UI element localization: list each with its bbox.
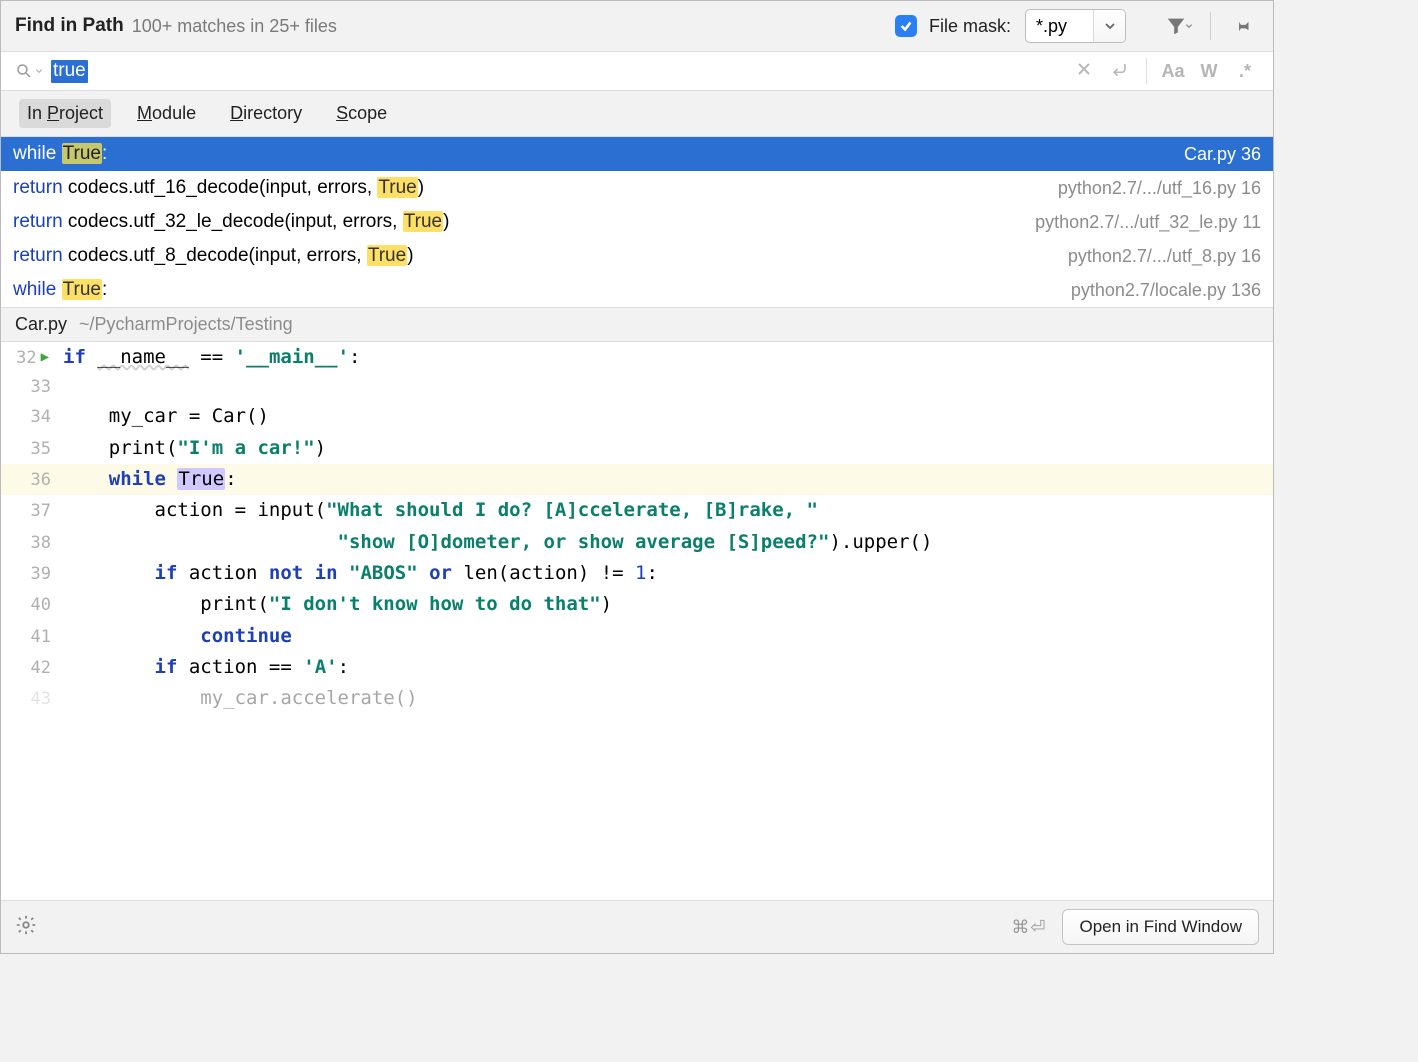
gutter: 35 [1, 435, 57, 463]
funnel-icon [1165, 15, 1187, 37]
file-mask-combo[interactable]: *.py [1025, 9, 1126, 43]
file-mask-checkbox[interactable] [895, 15, 917, 37]
editor-line[interactable]: 43 my_car.accelerate() [1, 683, 1273, 714]
result-path: python2.7/locale.py 136 [1071, 280, 1261, 301]
words-toggle[interactable]: W [1195, 61, 1223, 82]
chevron-down-icon [1185, 22, 1193, 30]
chevron-down-icon [1104, 20, 1116, 32]
editor-line[interactable]: 37 action = input("What should I do? [A]… [1, 495, 1273, 526]
editor-line[interactable]: 40 print("I don't know how to do that") [1, 589, 1273, 620]
run-gutter-icon[interactable]: ▶ [41, 346, 49, 369]
result-row[interactable]: return codecs.utf_8_decode(input, errors… [1, 239, 1273, 273]
editor-line[interactable]: 39 if action not in "ABOS" or len(action… [1, 558, 1273, 589]
match-case-toggle[interactable]: Aa [1159, 61, 1187, 82]
editor-line[interactable]: 38 "show [O]dometer, or show average [S]… [1, 527, 1273, 558]
editor-line[interactable]: 35 print("I'm a car!") [1, 433, 1273, 464]
search-query-selected: true [51, 60, 88, 83]
magnifier-icon [15, 62, 33, 80]
footer-bar: ⌘⏎ Open in Find Window [1, 900, 1273, 953]
header-bar: Find in Path 100+ matches in 25+ files F… [1, 1, 1273, 51]
search-icon[interactable] [15, 62, 43, 80]
scope-tabs: In Project Module Directory Scope [1, 91, 1273, 137]
editor-line[interactable]: 36 while True: [1, 464, 1273, 495]
gutter: 40 [1, 591, 57, 619]
gutter: 34 [1, 403, 57, 431]
shortcut-hint: ⌘⏎ [1011, 917, 1046, 938]
clear-search-button[interactable] [1070, 61, 1098, 82]
return-arrow-icon [1110, 60, 1130, 78]
gutter: 37 [1, 497, 57, 525]
result-path: Car.py 36 [1184, 144, 1261, 165]
dialog-title: Find in Path [15, 15, 124, 37]
scope-tab-directory[interactable]: Directory [222, 99, 310, 128]
search-row: true Aa W .* [1, 51, 1273, 91]
file-mask-chevron[interactable] [1093, 10, 1125, 42]
preview-filename: Car.py [15, 314, 67, 335]
results-list: while True:Car.py 36return codecs.utf_16… [1, 137, 1273, 307]
chevron-down-icon [35, 67, 43, 75]
result-row[interactable]: while True:Car.py 36 [1, 137, 1273, 171]
editor-line[interactable]: 42 if action == 'A': [1, 652, 1273, 683]
result-path: python2.7/.../utf_32_le.py 11 [1035, 212, 1261, 233]
result-path: python2.7/.../utf_16.py 16 [1058, 178, 1261, 199]
gutter: 32 ▶ [1, 344, 57, 372]
check-icon [899, 19, 913, 33]
pin-icon [1232, 16, 1252, 36]
editor-line[interactable]: 41 continue [1, 621, 1273, 652]
open-in-find-window-button[interactable]: Open in Find Window [1062, 909, 1259, 945]
gutter: 33 [1, 373, 57, 401]
result-row[interactable]: return codecs.utf_32_le_decode(input, er… [1, 205, 1273, 239]
regex-toggle[interactable]: .* [1231, 61, 1259, 82]
match-count: 100+ matches in 25+ files [132, 16, 337, 37]
scope-tab-in-project[interactable]: In Project [19, 99, 111, 128]
search-input[interactable]: true [51, 60, 1062, 83]
gutter: 41 [1, 623, 57, 651]
gutter: 43 [1, 685, 57, 713]
preview-filepath: ~/PycharmProjects/Testing [79, 314, 293, 335]
file-mask-label: File mask: [929, 16, 1011, 37]
editor-line[interactable]: 32 ▶if __name__ == '__main__': [1, 342, 1273, 373]
editor-line[interactable]: 34 my_car = Car() [1, 401, 1273, 432]
scope-tab-scope[interactable]: Scope [328, 99, 395, 128]
gutter: 36 [1, 466, 57, 494]
gear-icon [15, 914, 37, 936]
close-icon [1076, 61, 1092, 77]
settings-button[interactable] [15, 914, 37, 940]
newline-toggle[interactable] [1106, 60, 1134, 83]
result-path: python2.7/.../utf_8.py 16 [1068, 246, 1261, 267]
gutter: 42 [1, 654, 57, 682]
result-row[interactable]: return codecs.utf_16_decode(input, error… [1, 171, 1273, 205]
preview-header: Car.py ~/PycharmProjects/Testing [1, 307, 1273, 342]
gutter: 39 [1, 560, 57, 588]
divider [1210, 12, 1211, 40]
filter-button[interactable] [1162, 9, 1196, 43]
file-mask-value: *.py [1026, 10, 1093, 42]
scope-tab-module[interactable]: Module [129, 99, 204, 128]
gutter: 38 [1, 529, 57, 557]
editor-line[interactable]: 33 [1, 373, 1273, 401]
result-row[interactable]: while True:python2.7/locale.py 136 [1, 273, 1273, 307]
preview-editor[interactable]: 32 ▶if __name__ == '__main__':3334 my_ca… [1, 342, 1273, 900]
divider [1146, 58, 1147, 84]
pin-button[interactable] [1225, 9, 1259, 43]
